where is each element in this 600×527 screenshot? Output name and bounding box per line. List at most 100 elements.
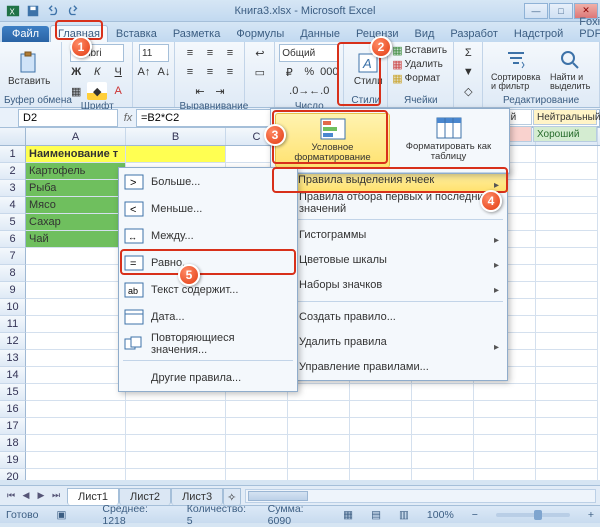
zoom-out-icon[interactable]: − bbox=[472, 509, 478, 521]
fx-icon[interactable]: fx bbox=[120, 112, 136, 124]
col-header-A[interactable]: A bbox=[26, 128, 126, 145]
row-header[interactable]: 1 bbox=[0, 146, 26, 163]
sheet-nav-prev-icon[interactable]: ◀ bbox=[19, 489, 33, 503]
italic-icon[interactable]: К bbox=[87, 63, 107, 81]
sort-filter-button[interactable]: Сортировка и фильтр bbox=[487, 46, 544, 93]
fill-icon[interactable]: ▼ bbox=[458, 63, 478, 81]
tab-data[interactable]: Данные bbox=[292, 25, 348, 42]
cell[interactable]: Наименование т bbox=[26, 146, 126, 163]
percent-icon[interactable]: % bbox=[299, 63, 319, 81]
autosum-icon[interactable]: Σ bbox=[458, 44, 478, 62]
grow-font-icon[interactable]: A↑ bbox=[134, 63, 154, 81]
shrink-font-icon[interactable]: A↓ bbox=[154, 63, 174, 81]
font-color-icon[interactable]: A bbox=[108, 82, 128, 100]
currency-icon[interactable]: ₽ bbox=[279, 63, 299, 81]
number-format-combo[interactable]: Общий bbox=[279, 44, 339, 62]
menu-data-bars[interactable]: Гистограммы bbox=[271, 223, 507, 248]
zoom-in-icon[interactable]: + bbox=[588, 509, 594, 521]
indent-dec-icon[interactable]: ⇤ bbox=[190, 82, 210, 100]
wrap-text-icon[interactable]: ↩ bbox=[250, 44, 270, 62]
tab-foxit[interactable]: Foxit PDF bbox=[571, 13, 600, 42]
underline-icon[interactable]: Ч bbox=[108, 63, 128, 81]
redo-icon[interactable] bbox=[64, 2, 82, 20]
merge-icon[interactable]: ▭ bbox=[250, 63, 270, 81]
find-select-button[interactable]: Найти и выделить bbox=[546, 46, 595, 93]
menu-top-bottom-rules[interactable]: Правила отбора первых и последних значен… bbox=[271, 191, 507, 216]
inc-decimal-icon[interactable]: .0→ bbox=[289, 82, 309, 100]
name-box[interactable] bbox=[18, 109, 118, 127]
conditional-formatting-button[interactable]: Условное форматирование bbox=[275, 113, 390, 168]
comma-icon[interactable]: 000 bbox=[319, 63, 339, 81]
excel-icon[interactable]: X bbox=[4, 2, 22, 20]
tab-layout[interactable]: Разметка bbox=[165, 25, 229, 42]
file-tab[interactable]: Файл bbox=[2, 26, 49, 42]
align-left-icon[interactable]: ≡ bbox=[180, 63, 200, 81]
delete-cells-button[interactable]: ▦Удалить bbox=[392, 58, 443, 71]
rule-less-than[interactable]: < Меньше... bbox=[119, 195, 297, 222]
rule-other[interactable]: Другие правила... bbox=[119, 364, 297, 391]
fill-color-icon[interactable]: ◆ bbox=[87, 82, 107, 100]
menu-new-rule[interactable]: ✦ Создать правило... bbox=[271, 305, 507, 330]
dup-icon bbox=[124, 335, 144, 353]
rule-greater-than[interactable]: > Больше... bbox=[119, 168, 297, 195]
less-icon: < bbox=[124, 200, 144, 218]
minimize-button[interactable]: — bbox=[524, 3, 548, 19]
horizontal-scrollbar[interactable] bbox=[245, 489, 596, 503]
align-right-icon[interactable]: ≡ bbox=[220, 63, 240, 81]
sheet-nav-first-icon[interactable]: ⏮ bbox=[4, 489, 18, 503]
align-center-icon[interactable]: ≡ bbox=[200, 63, 220, 81]
view-layout-icon[interactable]: ▤ bbox=[371, 509, 381, 521]
font-size-combo[interactable]: 11 bbox=[139, 44, 169, 62]
status-macro-icon[interactable]: ▣ bbox=[56, 509, 66, 521]
menu-clear-rules[interactable]: ⌫ Удалить правила bbox=[271, 330, 507, 355]
col-header-B[interactable]: B bbox=[126, 128, 226, 145]
dec-decimal-icon[interactable]: ←.0 bbox=[309, 82, 329, 100]
bold-icon[interactable]: Ж bbox=[66, 63, 86, 81]
format-cells-button[interactable]: ▦Формат bbox=[392, 72, 440, 85]
paste-button[interactable]: Вставить bbox=[4, 49, 54, 89]
title-bar: X Книга3.xlsx - Microsoft Excel — □ ✕ bbox=[0, 0, 600, 22]
clear-icon[interactable]: ◇ bbox=[458, 82, 478, 100]
border-icon[interactable]: ▦ bbox=[66, 82, 86, 100]
align-bot-icon[interactable]: ≡ bbox=[220, 44, 240, 62]
svg-text:<: < bbox=[130, 204, 136, 216]
zoom-slider[interactable] bbox=[496, 513, 570, 517]
rule-text-contains[interactable]: ab Текст содержит... bbox=[119, 276, 297, 303]
format-as-table-button[interactable]: Форматировать как таблицу bbox=[392, 113, 505, 168]
menu-icon-sets[interactable]: Наборы значков bbox=[271, 273, 507, 298]
undo-icon[interactable] bbox=[44, 2, 62, 20]
greater-icon: > bbox=[124, 173, 144, 191]
view-pagebreak-icon[interactable]: ▥ bbox=[399, 509, 409, 521]
conditional-formatting-menu: Правила выделения ячеек Правила отбора п… bbox=[270, 167, 508, 381]
svg-text:↔: ↔ bbox=[128, 232, 137, 242]
rule-equal-to[interactable]: = Равно... bbox=[119, 249, 297, 276]
style-good[interactable]: Хороший bbox=[533, 126, 597, 142]
style-neutral[interactable]: Нейтральный bbox=[533, 109, 597, 125]
menu-manage-rules[interactable]: ☰ Управление правилами... bbox=[271, 355, 507, 380]
view-normal-icon[interactable]: ▦ bbox=[343, 509, 353, 521]
insert-cells-button[interactable]: ▦Вставить bbox=[392, 44, 447, 57]
tab-insert[interactable]: Вставка bbox=[108, 25, 165, 42]
align-mid-icon[interactable]: ≡ bbox=[200, 44, 220, 62]
tab-developer[interactable]: Разработ bbox=[442, 25, 505, 42]
svg-text:X: X bbox=[10, 7, 16, 16]
tab-formulas[interactable]: Формулы bbox=[228, 25, 292, 42]
save-icon[interactable] bbox=[24, 2, 42, 20]
rule-duplicates[interactable]: Повторяющиеся значения... bbox=[119, 330, 297, 357]
maximize-button[interactable]: □ bbox=[549, 3, 573, 19]
ribbon-tabs: Файл Главная Вставка Разметка Формулы Да… bbox=[0, 22, 600, 42]
select-all-corner[interactable] bbox=[0, 128, 26, 145]
date-icon bbox=[124, 308, 144, 326]
align-top-icon[interactable]: ≡ bbox=[180, 44, 200, 62]
menu-color-scales[interactable]: Цветовые шкалы bbox=[271, 248, 507, 273]
rule-between[interactable]: ↔ Между... bbox=[119, 222, 297, 249]
sheet-nav-last-icon[interactable]: ⏭ bbox=[49, 489, 63, 503]
sheet-nav-next-icon[interactable]: ▶ bbox=[34, 489, 48, 503]
tab-addins[interactable]: Надстрой bbox=[506, 25, 571, 42]
tab-view[interactable]: Вид bbox=[407, 25, 443, 42]
zoom-level[interactable]: 100% bbox=[427, 509, 454, 521]
callout-3: 3 bbox=[264, 124, 286, 146]
indent-inc-icon[interactable]: ⇥ bbox=[210, 82, 230, 100]
rule-date[interactable]: Дата... bbox=[119, 303, 297, 330]
svg-text:ab: ab bbox=[128, 286, 138, 296]
